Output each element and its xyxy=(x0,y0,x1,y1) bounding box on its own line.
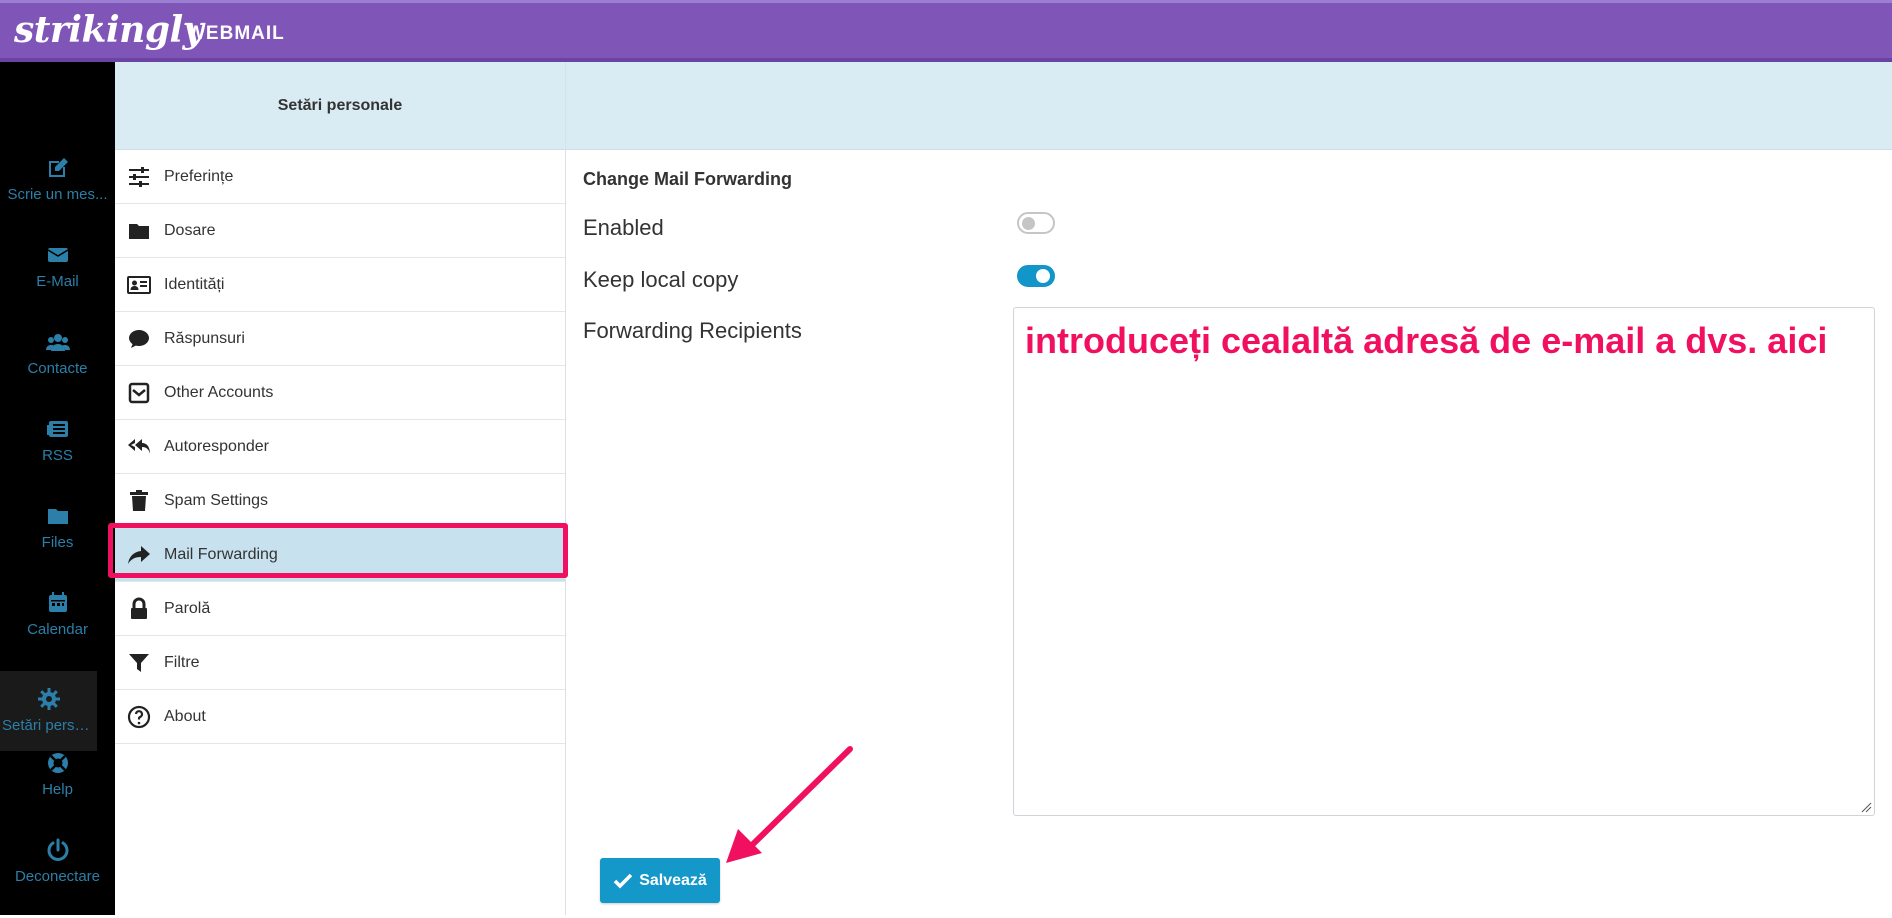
calendar-icon xyxy=(48,592,67,612)
reply-all-icon xyxy=(128,438,150,454)
sliders-icon xyxy=(129,166,149,187)
nav-rss[interactable]: RSS xyxy=(0,417,115,497)
settings-item-label: Other Accounts xyxy=(164,383,274,401)
compose-icon xyxy=(48,158,68,177)
gear-icon xyxy=(37,688,60,710)
rss-icon xyxy=(46,421,68,437)
folder-icon xyxy=(47,509,68,524)
nav-label: Scrie un mes... xyxy=(7,186,108,203)
form-title: Change Mail Forwarding xyxy=(583,169,793,189)
nav-label: Calendar xyxy=(27,621,88,638)
settings-item-label: Preferințe xyxy=(164,167,234,185)
settings-item-label: Parolă xyxy=(164,599,211,617)
recipients-hint: introduceți cealaltă adresă de e-mail a … xyxy=(1025,320,1828,361)
nav-label: Help xyxy=(42,781,73,798)
inbox-icon xyxy=(128,382,150,403)
resize-handle-icon[interactable] xyxy=(1860,801,1872,813)
lock-icon xyxy=(131,597,147,619)
nav-label: RSS xyxy=(42,447,73,464)
nav-label: Setări perso... xyxy=(2,717,96,734)
settings-item-label: Autoresponder xyxy=(164,437,269,455)
recipients-textarea[interactable]: introduceți cealaltă adresă de e-mail a … xyxy=(1013,307,1875,816)
folder-icon xyxy=(129,223,149,239)
enabled-label: Enabled xyxy=(583,215,664,240)
id-card-icon xyxy=(127,275,151,294)
settings-item-label: Răspunsuri xyxy=(164,329,245,347)
settings-item-label: Filtre xyxy=(164,653,200,671)
nav-help[interactable]: Help xyxy=(0,751,115,831)
nav-label: E-Mail xyxy=(36,273,79,290)
settings-item-filters[interactable]: Filtre xyxy=(115,636,565,690)
nav-label: Contacte xyxy=(27,360,88,377)
settings-item-responses[interactable]: Răspunsuri xyxy=(115,312,565,366)
settings-item-other-accounts[interactable]: Other Accounts xyxy=(115,366,565,420)
settings-item-label: About xyxy=(164,707,206,725)
nav-settings[interactable]: Setări perso... xyxy=(0,671,97,751)
settings-item-preferences[interactable]: Preferințe xyxy=(115,150,565,204)
settings-title: Setări personale xyxy=(115,62,565,150)
product-name: WEBMAIL xyxy=(187,23,285,44)
power-icon xyxy=(47,838,68,861)
trash-icon xyxy=(130,489,148,511)
settings-item-identities[interactable]: Identități xyxy=(115,258,565,312)
contacts-icon xyxy=(45,334,70,351)
settings-item-label: Spam Settings xyxy=(164,491,269,509)
main-nav: Scrie un mes... E-Mail Contacte RSS File… xyxy=(0,62,115,915)
settings-item-spam-settings[interactable]: Spam Settings xyxy=(115,474,565,528)
nav-calendar[interactable]: Calendar xyxy=(0,591,115,671)
nav-files[interactable]: Files xyxy=(0,504,115,584)
lifebuoy-icon xyxy=(47,753,68,773)
save-label: Salvează xyxy=(639,871,707,889)
speech-bubble-icon xyxy=(129,329,149,348)
recipients-label: Forwarding Recipients xyxy=(583,318,802,343)
filter-icon xyxy=(129,653,149,672)
pointer-arrow-icon xyxy=(726,746,853,863)
nav-logout[interactable]: Deconectare xyxy=(0,838,115,918)
envelope-icon xyxy=(47,248,68,262)
nav-contacts[interactable]: Contacte xyxy=(0,330,115,410)
highlight-box xyxy=(108,523,568,578)
keep-copy-toggle[interactable] xyxy=(1017,265,1055,287)
nav-email[interactable]: E-Mail xyxy=(0,243,115,323)
top-bar: strikingly WEBMAIL xyxy=(0,0,1892,62)
settings-item-folders[interactable]: Dosare xyxy=(115,204,565,258)
enabled-toggle[interactable] xyxy=(1017,212,1055,234)
content-header xyxy=(566,62,1892,150)
nav-compose[interactable]: Scrie un mes... xyxy=(0,156,115,236)
settings-item-label: Identități xyxy=(164,275,225,293)
nav-label: Files xyxy=(41,534,74,551)
question-circle-icon xyxy=(127,705,151,728)
settings-item-password[interactable]: Parolă xyxy=(115,582,565,636)
keep-copy-label: Keep local copy xyxy=(583,267,739,292)
settings-item-about[interactable]: About xyxy=(115,690,565,744)
nav-label: Deconectare xyxy=(14,868,101,885)
settings-list: Setări personale Preferințe Dosare Ident… xyxy=(115,62,566,915)
settings-item-label: Dosare xyxy=(164,221,216,239)
save-button[interactable]: Salvează xyxy=(600,858,720,903)
app-logo[interactable]: strikingly xyxy=(14,9,204,51)
checkmark-icon xyxy=(613,873,633,888)
settings-item-autoresponder[interactable]: Autoresponder xyxy=(115,420,565,474)
